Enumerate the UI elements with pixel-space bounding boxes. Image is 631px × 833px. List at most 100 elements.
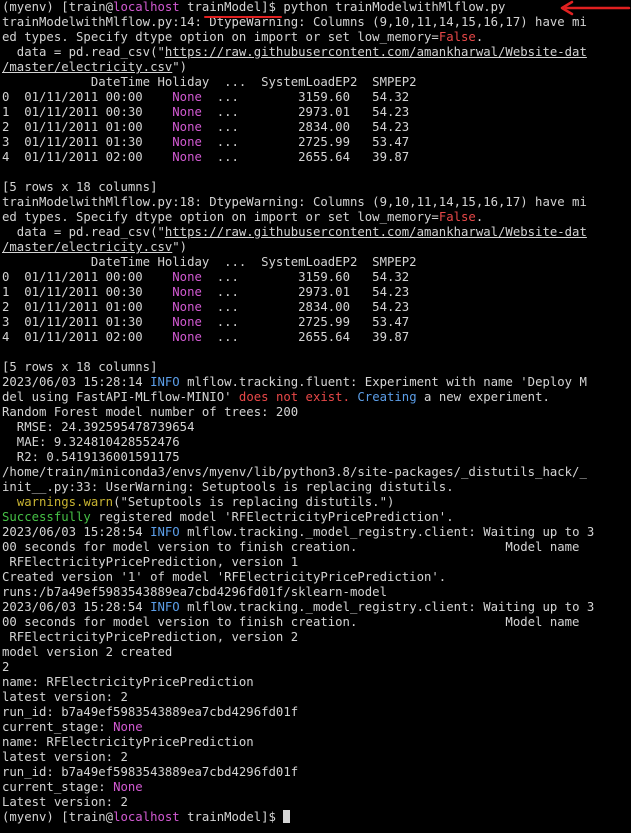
terminal-text: Creating <box>357 390 417 404</box>
terminal-text: RMSE: 24.392595478739654 <box>2 420 195 434</box>
terminal-line: current_stage: None <box>2 720 631 735</box>
terminal-line: 1 01/11/2011 00:30 None ... 2973.01 54.2… <box>2 105 631 120</box>
terminal-line: [5 rows x 18 columns] <box>2 180 631 195</box>
terminal-text: None <box>172 330 202 344</box>
terminal-text: 00 seconds for model version to finish c… <box>2 540 580 554</box>
terminal-text: latest version: 2 <box>2 750 128 764</box>
terminal-text: 0 01/11/2011 00:00 <box>2 270 173 284</box>
terminal-text: name: RFElectricityPricePrediction <box>2 675 254 689</box>
terminal-line: 2023/06/03 15:28:54 INFO mlflow.tracking… <box>2 600 631 615</box>
terminal-text: None <box>172 135 202 149</box>
terminal-text: None <box>172 90 202 104</box>
terminal-line: trainModelwithMlflow.py:18: DtypeWarning… <box>2 195 631 210</box>
terminal-line: 1 01/11/2011 00:30 None ... 2973.01 54.2… <box>2 285 631 300</box>
terminal-text: localhost <box>113 0 180 14</box>
terminal-text: 2 <box>2 660 10 674</box>
terminal-text: ") <box>172 240 188 254</box>
terminal-text: https://raw.githubusercontent.com/amankh… <box>164 45 587 59</box>
terminal-line: MAE: 9.324810428552476 <box>2 435 631 450</box>
terminal-text: None <box>113 780 143 794</box>
terminal-line: latest version: 2 <box>2 690 631 705</box>
terminal-line: Random Forest model number of trees: 200 <box>2 405 631 420</box>
terminal-line: warnings.warn("Setuptools is replacing d… <box>2 495 631 510</box>
terminal-line: [5 rows x 18 columns] <box>2 360 631 375</box>
terminal-text: name: RFElectricityPricePrediction <box>2 735 254 749</box>
terminal-text: INFO <box>150 375 180 389</box>
terminal-line: (myenv) [train@localhost trainModel]$ py… <box>2 0 631 15</box>
terminal-text: ... 2973.01 54.23 <box>201 105 410 119</box>
terminal-line: 2 01/11/2011 01:00 None ... 2834.00 54.2… <box>2 120 631 135</box>
terminal-text: None <box>172 120 202 134</box>
terminal-line: DateTime Holiday ... SystemLoadEP2 SMPEP… <box>2 255 631 270</box>
terminal-text: ... 2834.00 54.23 <box>201 120 410 134</box>
terminal-line: runs:/b7a49ef5983543889ea7cbd4296fd01f/s… <box>2 585 631 600</box>
terminal-text: data = pd.read_csv(" <box>2 45 165 59</box>
terminal-text: ... 2655.64 39.87 <box>201 330 410 344</box>
terminal-line: 2 01/11/2011 01:00 None ... 2834.00 54.2… <box>2 300 631 315</box>
terminal-text: 2023/06/03 15:28:54 <box>2 525 151 539</box>
terminal-line: 0 01/11/2011 00:00 None ... 3159.60 54.3… <box>2 270 631 285</box>
terminal-line: Created version '1' of model 'RFElectric… <box>2 570 631 585</box>
terminal-text: ed types. Specify dtype option on import… <box>2 30 439 44</box>
terminal-text: ... 3159.60 54.32 <box>201 90 410 104</box>
terminal-text: 1 01/11/2011 00:30 <box>2 105 173 119</box>
terminal-line: init__.py:33: UserWarning: Setuptools is… <box>2 480 631 495</box>
terminal-text: False <box>438 30 476 44</box>
terminal-text: 3 01/11/2011 01:30 <box>2 315 173 329</box>
terminal-line: ed types. Specify dtype option on import… <box>2 30 631 45</box>
terminal-text: localhost <box>113 810 180 824</box>
terminal-text: False <box>438 210 476 224</box>
terminal-text: ... 2973.01 54.23 <box>201 285 410 299</box>
terminal-text: https://raw.githubusercontent.com/amankh… <box>164 225 587 239</box>
terminal-text: 00 seconds for model version to finish c… <box>2 615 580 629</box>
terminal-text: /master/electricity.csv <box>2 240 173 254</box>
terminal-text: mlflow.tracking._model_registry.client: … <box>179 600 595 614</box>
terminal-text: 0 01/11/2011 00:00 <box>2 90 173 104</box>
terminal-text: ... 2725.99 53.47 <box>201 315 410 329</box>
terminal-text: 4 01/11/2011 02:00 <box>2 330 173 344</box>
terminal-text: ... 3159.60 54.32 <box>201 270 410 284</box>
terminal-line: 2 <box>2 660 631 675</box>
terminal-text: 2 01/11/2011 01:00 <box>2 300 173 314</box>
terminal-text: trainModel]$ python trainModelwithMlflow… <box>179 0 506 14</box>
terminal-text: ("Setuptools is replacing distutils.") <box>113 495 395 509</box>
terminal-text: /home/train/miniconda3/envs/myenv/lib/py… <box>2 465 587 479</box>
terminal-text: DateTime Holiday ... SystemLoadEP2 SMPEP… <box>2 75 417 89</box>
terminal-line: (myenv) [train@localhost trainModel]$ <box>2 810 631 825</box>
terminal-text: INFO <box>150 525 180 539</box>
terminal-line: model version 2 created <box>2 645 631 660</box>
terminal-line: 4 01/11/2011 02:00 None ... 2655.64 39.8… <box>2 330 631 345</box>
terminal-text: /master/electricity.csv <box>2 60 173 74</box>
terminal-text: (myenv) [train@ <box>2 0 114 14</box>
terminal-window[interactable]: (myenv) [train@localhost trainModel]$ py… <box>0 0 631 833</box>
terminal-line: 3 01/11/2011 01:30 None ... 2725.99 53.4… <box>2 135 631 150</box>
terminal-text: None <box>172 315 202 329</box>
terminal-text: None <box>172 150 202 164</box>
terminal-text: [5 rows x 18 columns] <box>2 180 158 194</box>
terminal-text: RFElectricityPricePrediction, version 1 <box>2 555 299 569</box>
terminal-text: . <box>475 30 484 44</box>
terminal-text: ... 2655.64 39.87 <box>201 150 410 164</box>
terminal-text: does not exist. <box>238 390 350 404</box>
terminal-text: None <box>172 105 202 119</box>
terminal-text: latest version: 2 <box>2 690 128 704</box>
terminal-line: /master/electricity.csv") <box>2 240 631 255</box>
terminal-text: None <box>172 270 202 284</box>
annotation-underline <box>204 16 282 18</box>
terminal-line: name: RFElectricityPricePrediction <box>2 735 631 750</box>
terminal-text: Successfully <box>2 510 91 524</box>
terminal-text: run_id: b7a49ef5983543889ea7cbd4296fd01f <box>2 705 299 719</box>
terminal-text: 2 01/11/2011 01:00 <box>2 120 173 134</box>
terminal-text: RFElectricityPricePrediction, version 2 <box>2 630 299 644</box>
terminal-text: del using FastAPI-MLflow-MINIO' <box>2 390 239 404</box>
terminal-line: 2023/06/03 15:28:14 INFO mlflow.tracking… <box>2 375 631 390</box>
terminal-text: MAE: 9.324810428552476 <box>2 435 180 449</box>
terminal-text: init__.py:33: UserWarning: Setuptools is… <box>2 480 454 494</box>
terminal-line: R2: 0.5419136001591175 <box>2 450 631 465</box>
terminal-line: /home/train/miniconda3/envs/myenv/lib/py… <box>2 465 631 480</box>
terminal-line: 4 01/11/2011 02:00 None ... 2655.64 39.8… <box>2 150 631 165</box>
terminal-line: DateTime Holiday ... SystemLoadEP2 SMPEP… <box>2 75 631 90</box>
